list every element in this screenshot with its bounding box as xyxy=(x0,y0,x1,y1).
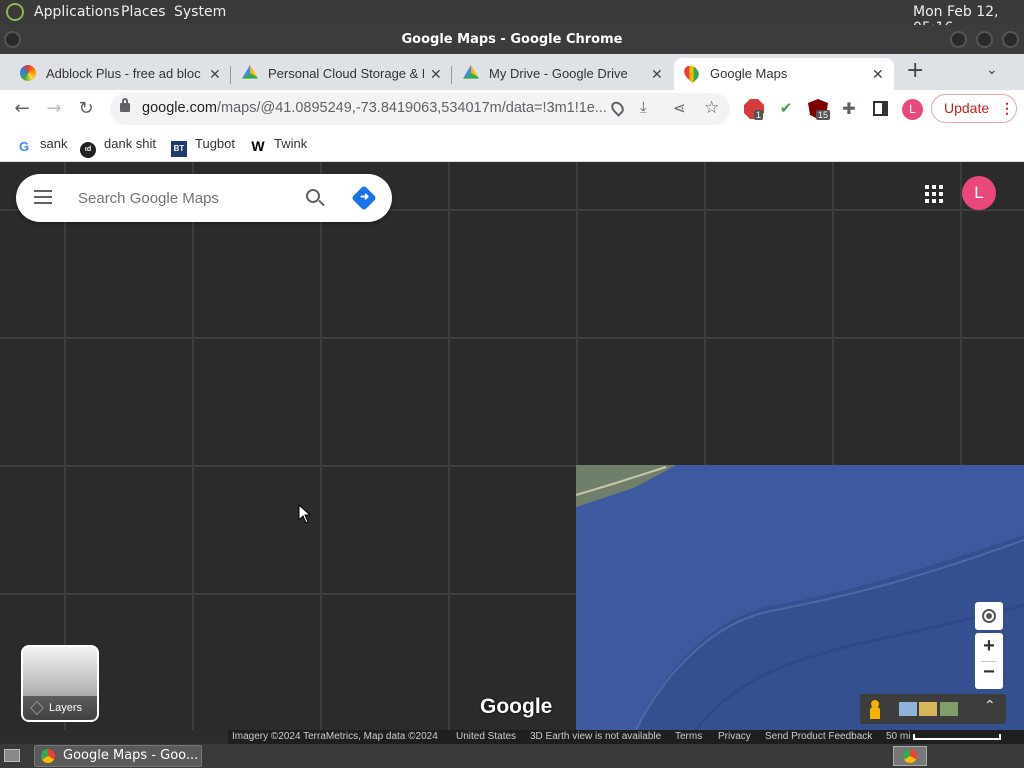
minimize-button[interactable] xyxy=(950,31,967,48)
update-button[interactable]: Update ⋮ xyxy=(931,94,1017,123)
expand-up-icon[interactable]: ⌃ xyxy=(984,698,996,714)
lock-icon xyxy=(120,103,130,112)
tab-google-maps[interactable]: Google Maps ✕ xyxy=(674,58,894,90)
my-location-button[interactable] xyxy=(975,602,1003,630)
imagery-thumb-1[interactable] xyxy=(899,702,917,716)
google-logo: Google xyxy=(480,695,553,718)
tab-adblock-plus[interactable]: Adblock Plus - free ad bloc ✕ xyxy=(10,58,228,90)
window-titlebar[interactable]: Google Maps - Google Chrome xyxy=(0,25,1024,54)
adblock-badge: 1 xyxy=(754,110,764,120)
satellite-tile xyxy=(576,465,1024,730)
close-tab-icon[interactable]: ✕ xyxy=(430,61,442,87)
show-desktop-icon[interactable] xyxy=(4,749,20,762)
scale-label[interactable]: 50 mi xyxy=(886,730,910,744)
bookmark-sank[interactable]: Gsank xyxy=(16,136,68,155)
send-feedback-link[interactable]: Send Product Feedback xyxy=(765,730,872,744)
close-tab-icon[interactable]: ✕ xyxy=(209,61,221,87)
search-input[interactable] xyxy=(78,186,288,210)
close-window-button[interactable] xyxy=(1002,31,1019,48)
taskbar-window-button[interactable]: Google Maps - Goo... xyxy=(34,745,202,767)
address-bar[interactable]: google.com/maps/@41.0895249,-73.8419063,… xyxy=(110,93,730,125)
back-icon[interactable]: ← xyxy=(12,99,32,119)
places-menu[interactable]: Places xyxy=(121,4,166,20)
google-maps-icon xyxy=(681,62,702,84)
google-drive-icon xyxy=(242,65,258,79)
reload-icon[interactable]: ↻ xyxy=(76,99,96,119)
google-g-icon: G xyxy=(18,139,30,154)
taskbar: Google Maps - Goo... xyxy=(0,744,1024,768)
applications-menu[interactable]: Applications xyxy=(34,4,120,20)
zoom-out-icon[interactable]: − xyxy=(975,661,1003,684)
zoom-control: + − xyxy=(975,633,1003,689)
window-title: Google Maps - Google Chrome xyxy=(401,32,623,47)
browser-toolbar: ← → ↻ google.com/maps/@41.0895249,-73.84… xyxy=(0,90,1024,128)
tab-personal-cloud[interactable]: Personal Cloud Storage & F ✕ xyxy=(232,58,450,90)
bt-icon: BT xyxy=(171,141,187,157)
imagery-attribution: Imagery ©2024 TerraMetrics, Map data ©20… xyxy=(232,731,438,742)
new-tab-icon[interactable]: + xyxy=(906,58,924,83)
kebab-menu-icon[interactable]: ⋮ xyxy=(1000,95,1014,122)
system-menu[interactable]: System xyxy=(174,4,226,20)
tab-search-chevron-icon[interactable]: ⌄ xyxy=(986,62,998,78)
privacy-link[interactable]: Privacy xyxy=(718,730,751,744)
map-canvas[interactable]: ➜ L Layers + − Google ⌃ xyxy=(0,162,1024,730)
side-panel-icon[interactable] xyxy=(873,101,888,116)
terms-link[interactable]: Terms xyxy=(675,730,702,744)
chrome-icon xyxy=(41,749,55,763)
bookmark-dank-shit[interactable]: ιd dank shit xyxy=(80,136,156,158)
close-tab-icon[interactable]: ✕ xyxy=(651,61,663,87)
extensions-puzzle-icon[interactable]: ✚ xyxy=(839,99,859,119)
maximize-button[interactable] xyxy=(976,31,993,48)
profile-avatar[interactable]: L xyxy=(902,99,923,120)
imagery-thumb-2[interactable] xyxy=(919,702,937,716)
layers-button[interactable]: Layers xyxy=(21,645,99,722)
abp-rainbow-icon xyxy=(20,65,36,81)
zoom-in-icon[interactable]: + xyxy=(975,635,1003,658)
tab-my-drive[interactable]: My Drive - Google Drive ✕ xyxy=(453,58,671,90)
bookmark-twink[interactable]: W Twink xyxy=(250,136,307,154)
google-apps-icon[interactable] xyxy=(925,185,943,203)
account-avatar[interactable]: L xyxy=(962,176,996,210)
maps-search-box: ➜ xyxy=(16,174,392,222)
bookmarks-bar: Gsank ιd dank shit BT Tugbot W Twink xyxy=(0,128,1024,162)
imagery-thumb-3[interactable] xyxy=(940,702,958,716)
country-link[interactable]: United States xyxy=(456,730,516,744)
window-menu-button[interactable] xyxy=(4,31,21,48)
lock-shackle-icon xyxy=(122,98,128,104)
url-host: google.com xyxy=(142,100,217,116)
applications-logo-icon[interactable] xyxy=(6,3,24,21)
top-panel: Applications Places System Mon Feb 12, 0… xyxy=(0,0,1024,36)
location-pin-icon[interactable] xyxy=(608,99,627,117)
hamburger-menu-icon[interactable] xyxy=(34,190,52,204)
share-icon[interactable]: ⋖ xyxy=(673,99,686,117)
forward-icon[interactable]: → xyxy=(44,99,64,119)
map-footer: Imagery ©2024 TerraMetrics, Map data ©20… xyxy=(228,730,1024,744)
tab-strip: Adblock Plus - free ad bloc ✕ Personal C… xyxy=(0,54,1024,90)
dank-icon: ιd xyxy=(80,142,96,158)
imagery-strip: ⌃ xyxy=(860,694,1006,724)
w-icon: W xyxy=(251,138,265,154)
ublock-badge: 15 xyxy=(816,110,831,120)
mouse-cursor-icon xyxy=(298,504,310,524)
google-drive-icon xyxy=(463,65,479,79)
extension-check-icon[interactable]: ✔ xyxy=(776,99,796,119)
bookmark-star-icon[interactable]: ☆ xyxy=(704,98,719,118)
scale-bar xyxy=(913,734,1001,740)
install-icon[interactable]: ⤓ xyxy=(640,99,647,116)
earth-view-notice: 3D Earth view is not available xyxy=(530,731,662,742)
url-path: /maps/@41.0895249,-73.8419063,534017m/da… xyxy=(216,100,607,116)
close-tab-icon[interactable]: ✕ xyxy=(872,61,884,87)
bookmark-tugbot[interactable]: BT Tugbot xyxy=(171,136,235,157)
